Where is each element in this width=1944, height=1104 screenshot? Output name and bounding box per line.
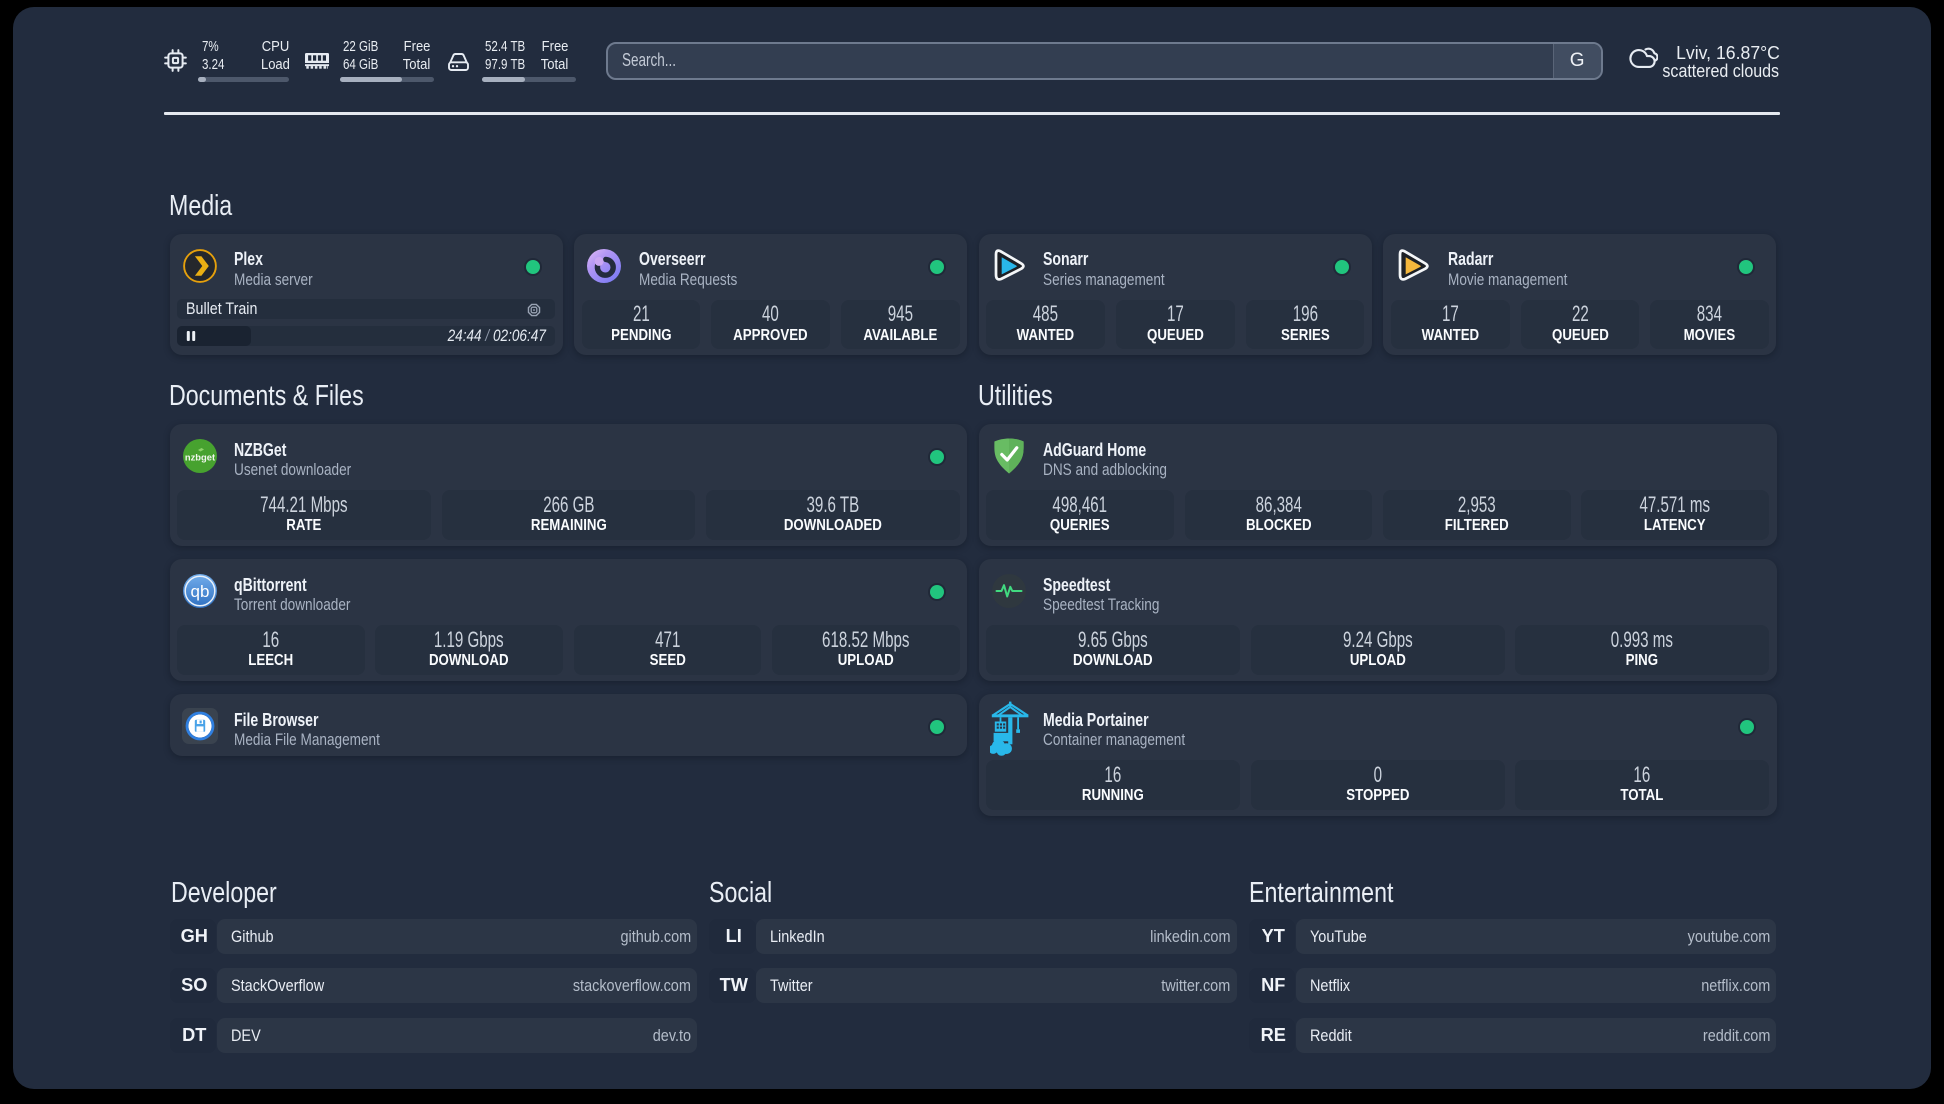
svg-text:qb: qb (190, 582, 209, 601)
svg-text:nzbget: nzbget (184, 451, 214, 462)
